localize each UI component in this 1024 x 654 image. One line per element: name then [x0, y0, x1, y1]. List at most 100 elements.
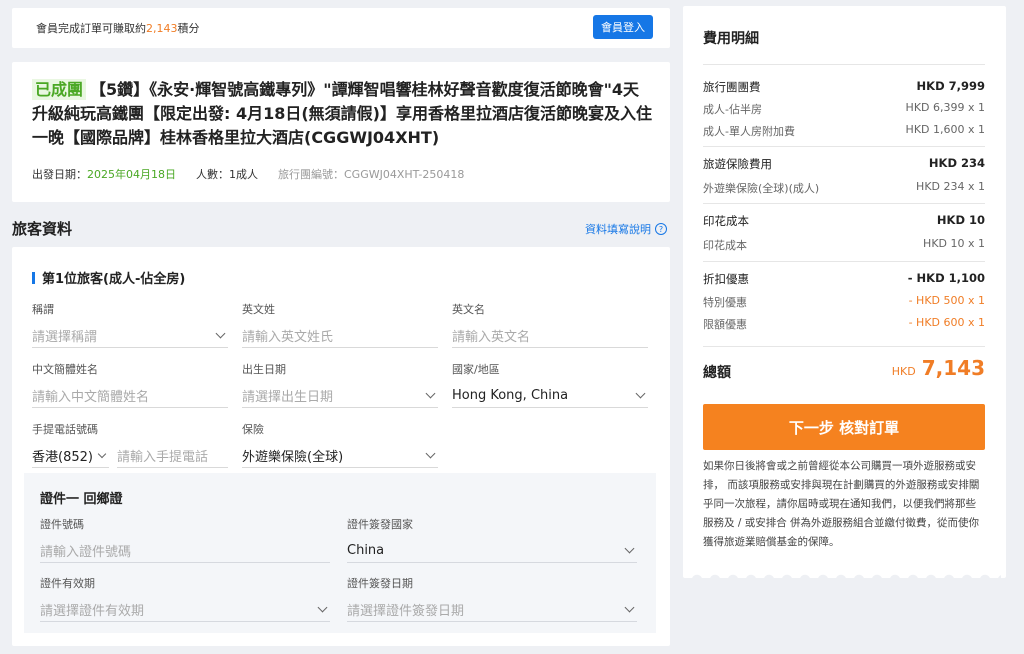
salutation-placeholder: 請選擇稱謂	[32, 330, 98, 345]
fill-guide-link[interactable]: 資料填寫說明 ?	[585, 221, 667, 237]
cert-validity-picker[interactable]: 請選擇證件有效期	[40, 598, 330, 622]
fee-summary-card: 費用明細 旅行團團費 HKD 7,999 成人-佔半房 HKD 6,399 x 1 …	[683, 6, 1006, 582]
en-surname-field: 英文姓 請輸入英文姓氏	[242, 301, 438, 348]
cert-issue-date-placeholder: 請選擇證件簽發日期	[347, 604, 465, 619]
fee-item: 成人-單人房附加費 HKD 1,600 x 1	[703, 123, 985, 139]
chevron-down-icon	[425, 388, 436, 399]
en-given-field: 英文名 請輸入英文名	[452, 301, 648, 348]
cert-number-placeholder: 請輸入證件號碼	[40, 545, 132, 560]
scallop-edge	[691, 572, 1001, 582]
fill-guide-label: 資料填寫說明	[585, 223, 651, 236]
member-points-value: 2,143	[146, 22, 178, 35]
phone-field: 手提電話號碼 香港(852) 請輸入手提電話	[32, 421, 228, 468]
salutation-label: 稱謂	[32, 303, 54, 316]
total-value: 7,143	[921, 356, 985, 380]
traveler-form-card: 第1位旅客(成人-佔全房) 稱謂 請選擇稱謂 英文姓 請輸入英文姓氏 英文名 請…	[12, 247, 670, 646]
dob-picker[interactable]: 請選擇出生日期	[242, 384, 438, 408]
tour-meta: 出發日期：2025年04月18日 人數：1成人 旅行團編號：CGGWJ04XHT…	[32, 166, 464, 182]
fee-item-amount: - HKD 600 x 1	[908, 316, 985, 329]
phone-label: 手提電話號碼	[32, 423, 98, 436]
fee-group-stamp: 印花成本 HKD 10	[703, 213, 985, 229]
cert-validity-label: 證件有效期	[40, 577, 95, 590]
fee-group-amount: - HKD 1,100	[907, 271, 985, 285]
depart-label: 出發日期：	[32, 168, 87, 181]
fee-item-amount: - HKD 500 x 1	[908, 294, 985, 307]
fee-divider	[703, 261, 985, 262]
phone-placeholder: 請輸入手提電話	[116, 450, 208, 465]
fee-item: 限額優惠 - HKD 600 x 1	[703, 316, 985, 332]
phone-number-input[interactable]: 請輸入手提電話	[116, 444, 228, 468]
cert-validity-placeholder: 請選擇證件有效期	[40, 604, 145, 619]
chevron-down-icon	[624, 602, 635, 613]
en-given-input[interactable]: 請輸入英文名	[452, 324, 648, 348]
country-value: Hong Kong, China	[452, 388, 569, 403]
tour-title: 已成團 【5鑽】《永安·輝智號高鐵專列》"譚輝智唱響桂林好聲音歡度復活節晚會"4天…	[32, 78, 652, 150]
cert-issue-country-field: 證件簽發國家 China	[347, 516, 637, 563]
cn-name-field: 中文簡體姓名 請輸入中文簡體姓名	[32, 361, 228, 408]
dob-label: 出生日期	[242, 363, 286, 376]
chevron-down-icon	[317, 602, 328, 613]
fee-divider	[703, 346, 985, 347]
country-label: 國家/地區	[452, 363, 500, 376]
insurance-field: 保險 外遊樂保險(全球)	[242, 421, 438, 468]
phone-input-group: 香港(852) 請輸入手提電話	[32, 444, 228, 468]
fee-divider	[703, 203, 985, 204]
certificate-title: 證件一 回鄉證	[40, 492, 123, 507]
next-review-order-button[interactable]: 下一步 核對訂單	[703, 404, 985, 450]
insurance-select[interactable]: 外遊樂保險(全球)	[242, 444, 438, 468]
phone-code-select[interactable]: 香港(852)	[32, 444, 109, 468]
fee-item-label: 印花成本	[703, 239, 747, 252]
cert-number-field: 證件號碼 請輸入證件號碼	[40, 516, 330, 563]
fee-divider	[703, 146, 985, 147]
total-amount: HKD 7,143	[892, 356, 985, 380]
cert-issue-date-picker[interactable]: 請選擇證件簽發日期	[347, 598, 637, 622]
chevron-down-icon	[215, 328, 226, 339]
cn-name-label: 中文簡體姓名	[32, 363, 98, 376]
total-currency: HKD	[891, 365, 916, 378]
fee-group-amount: HKD 10	[936, 213, 985, 227]
chevron-down-icon	[635, 388, 646, 399]
country-field: 國家/地區 Hong Kong, China	[452, 361, 648, 408]
cn-name-input[interactable]: 請輸入中文簡體姓名	[32, 384, 228, 408]
fee-item-label: 外遊樂保險(全球)(成人)	[703, 182, 820, 195]
depart-date: 出發日期：2025年04月18日	[32, 166, 176, 182]
traveler-title: 第1位旅客(成人-佔全房)	[32, 268, 185, 287]
fee-group-label: 印花成本	[703, 214, 749, 228]
salutation-select[interactable]: 請選擇稱謂	[32, 324, 228, 348]
help-icon: ?	[655, 223, 667, 235]
cert-number-input[interactable]: 請輸入證件號碼	[40, 539, 330, 563]
insurance-value: 外遊樂保險(全球)	[242, 450, 344, 465]
people-count: 人數：1成人	[196, 168, 258, 181]
fee-group-insurance: 旅遊保險費用 HKD 234	[703, 156, 985, 172]
phone-code-value: 香港(852)	[32, 450, 93, 465]
cert-issue-date-field: 證件簽發日期 請選擇證件簽發日期	[347, 575, 637, 622]
certificate-section: 證件一 回鄉證 證件號碼 請輸入證件號碼 證件簽發國家 China 證件有效期 …	[24, 473, 656, 633]
depart-date-value: 2025年04月18日	[87, 168, 176, 181]
member-text-before: 會員完成訂單可賺取約	[36, 22, 146, 35]
dob-placeholder: 請選擇出生日期	[242, 390, 334, 405]
tour-summary-card: 已成團 【5鑽】《永安·輝智號高鐵專列》"譚輝智唱響桂林好聲音歡度復活節晚會"4天…	[12, 62, 670, 202]
en-surname-label: 英文姓	[242, 303, 275, 316]
country-select[interactable]: Hong Kong, China	[452, 384, 648, 408]
tour-code: 旅行團編號：CGGWJ04XHT-250418	[278, 168, 465, 181]
cert-issue-country-select[interactable]: China	[347, 539, 637, 563]
fee-divider	[703, 64, 985, 65]
chevron-down-icon	[425, 448, 436, 459]
fee-group-amount: HKD 234	[928, 156, 985, 170]
fee-item: 外遊樂保險(全球)(成人) HKD 234 x 1	[703, 180, 985, 196]
traveler-section-title: 旅客資料	[12, 220, 73, 238]
tour-title-text: 【5鑽】《永安·輝智號高鐵專列》"譚輝智唱響桂林好聲音歡度復活節晚會"4天升級純…	[32, 80, 652, 147]
en-surname-input[interactable]: 請輸入英文姓氏	[242, 324, 438, 348]
cert-issue-date-label: 證件簽發日期	[347, 577, 413, 590]
cert-validity-field: 證件有效期 請選擇證件有效期	[40, 575, 330, 622]
insurance-label: 保險	[242, 423, 264, 436]
cert-issue-country-label: 證件簽發國家	[347, 518, 413, 531]
member-login-button[interactable]: 會員登入	[593, 15, 653, 39]
fee-group-label: 折扣優惠	[703, 272, 749, 286]
fee-item-label: 限額優惠	[703, 318, 747, 331]
member-text-after: 積分	[177, 22, 200, 35]
total-label: 總額	[703, 365, 731, 381]
fee-group-tour: 旅行團團費 HKD 7,999	[703, 79, 985, 95]
tour-status-badge: 已成團	[32, 79, 87, 100]
en-given-placeholder: 請輸入英文名	[452, 330, 531, 345]
